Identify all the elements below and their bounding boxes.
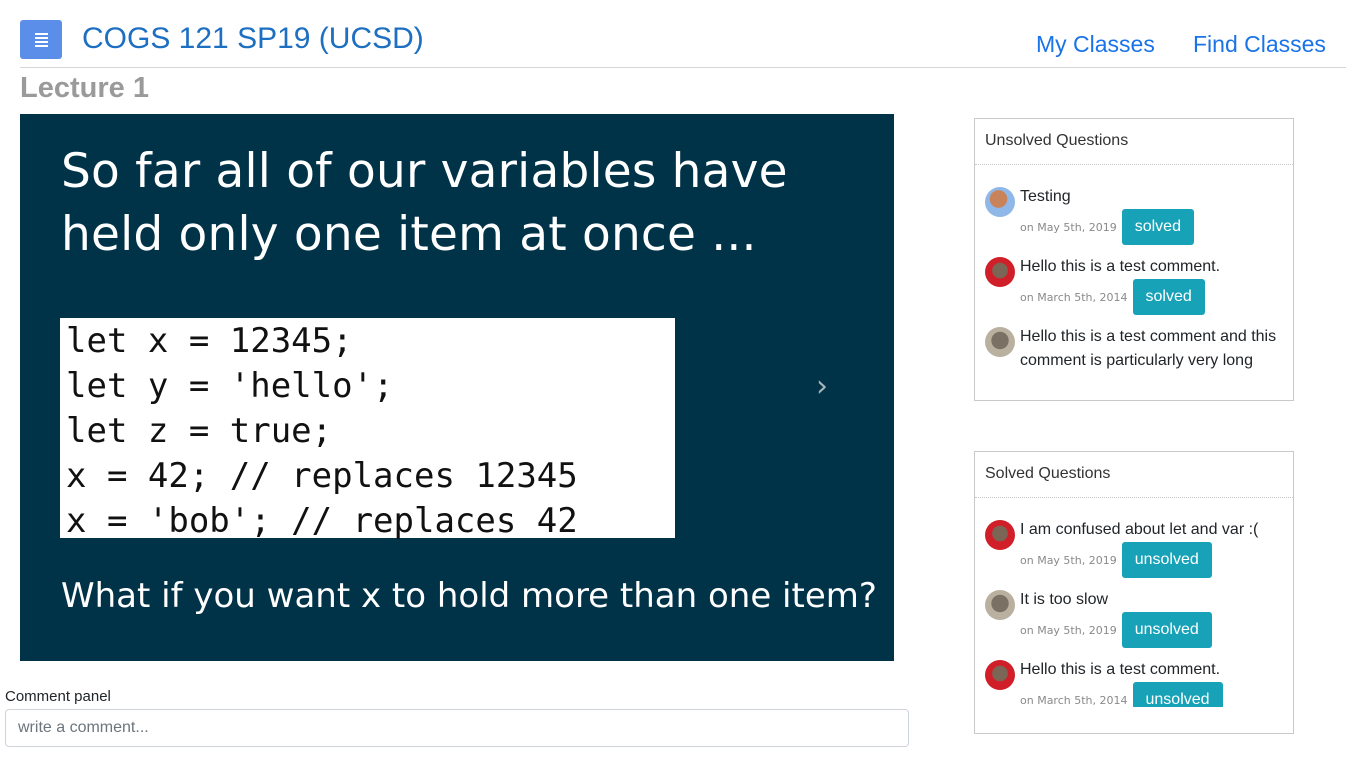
lecture-title: Lecture 1 (20, 72, 149, 104)
code-line: let y = 'hello'; (66, 366, 394, 406)
question-date: on March 5th, 2014 (1020, 290, 1128, 304)
question-item: Hello this is a test comment and this co… (985, 325, 1283, 373)
solved-questions-panel: Solved Questions I am confused about let… (974, 451, 1294, 734)
avatar (985, 187, 1015, 217)
question-text: Hello this is a test comment. (1020, 258, 1221, 275)
question-date: on May 5th, 2019 (1020, 220, 1117, 234)
mark-unsolved-button[interactable]: unsolved (1121, 612, 1212, 648)
question-text: I am confused about let and var :( (1020, 521, 1259, 538)
code-line: x = 'bob'; // replaces 42 (66, 501, 578, 541)
question-list[interactable]: I am confused about let and var :( on Ma… (975, 498, 1293, 707)
unsolved-questions-panel: Unsolved Questions Testing on May 5th, 2… (974, 118, 1294, 401)
question-list: Testing on May 5th, 2019 solved Hello th… (975, 165, 1293, 374)
question-item: Testing on May 5th, 2019 solved (985, 185, 1283, 245)
comment-panel-label: Comment panel (5, 688, 111, 705)
slide-code-block: let x = 12345; let y = 'hello'; let z = … (60, 318, 675, 541)
hamburger-icon (34, 32, 48, 47)
code-line: let x = 12345; (66, 321, 353, 361)
code-line: x = 42; // replaces 12345 (66, 456, 578, 496)
menu-button[interactable] (20, 20, 62, 59)
question-text: Hello this is a test comment and this co… (1020, 328, 1277, 369)
panel-title: Solved Questions (975, 452, 1293, 498)
mark-solved-button[interactable]: solved (1132, 279, 1205, 315)
chevron-right-icon[interactable]: › (816, 372, 840, 402)
mark-solved-button[interactable]: solved (1121, 209, 1194, 245)
avatar (985, 257, 1015, 287)
course-title[interactable]: COGS 121 SP19 (UCSD) (82, 22, 424, 56)
slide-heading: So far all of our variables have held on… (61, 144, 788, 262)
question-date: on May 5th, 2019 (1020, 553, 1117, 567)
slide-question: What if you want x to hold more than one… (61, 576, 877, 616)
avatar (985, 660, 1015, 690)
question-item: Hello this is a test comment. on March 5… (985, 658, 1283, 707)
question-date: on March 5th, 2014 (1020, 693, 1128, 707)
avatar (985, 327, 1015, 357)
mark-unsolved-button[interactable]: unsolved (1132, 682, 1223, 707)
header-divider (20, 67, 1346, 68)
avatar (985, 520, 1015, 550)
lecture-slide: So far all of our variables have held on… (20, 114, 894, 661)
question-text: Testing (1020, 188, 1071, 205)
code-line: let z = true; (66, 411, 333, 451)
question-item: Hello this is a test comment. on March 5… (985, 255, 1283, 315)
panel-title: Unsolved Questions (975, 119, 1293, 165)
nav-my-classes[interactable]: My Classes (1036, 31, 1155, 58)
question-text: It is too slow (1020, 591, 1109, 608)
mark-unsolved-button[interactable]: unsolved (1121, 542, 1212, 578)
avatar (985, 590, 1015, 620)
nav-find-classes[interactable]: Find Classes (1193, 31, 1326, 58)
question-item: It is too slow on May 5th, 2019 unsolved (985, 588, 1283, 648)
question-date: on May 5th, 2019 (1020, 623, 1117, 637)
comment-input[interactable] (5, 709, 909, 747)
question-item: I am confused about let and var :( on Ma… (985, 518, 1283, 578)
question-text: Hello this is a test comment. (1020, 661, 1221, 678)
